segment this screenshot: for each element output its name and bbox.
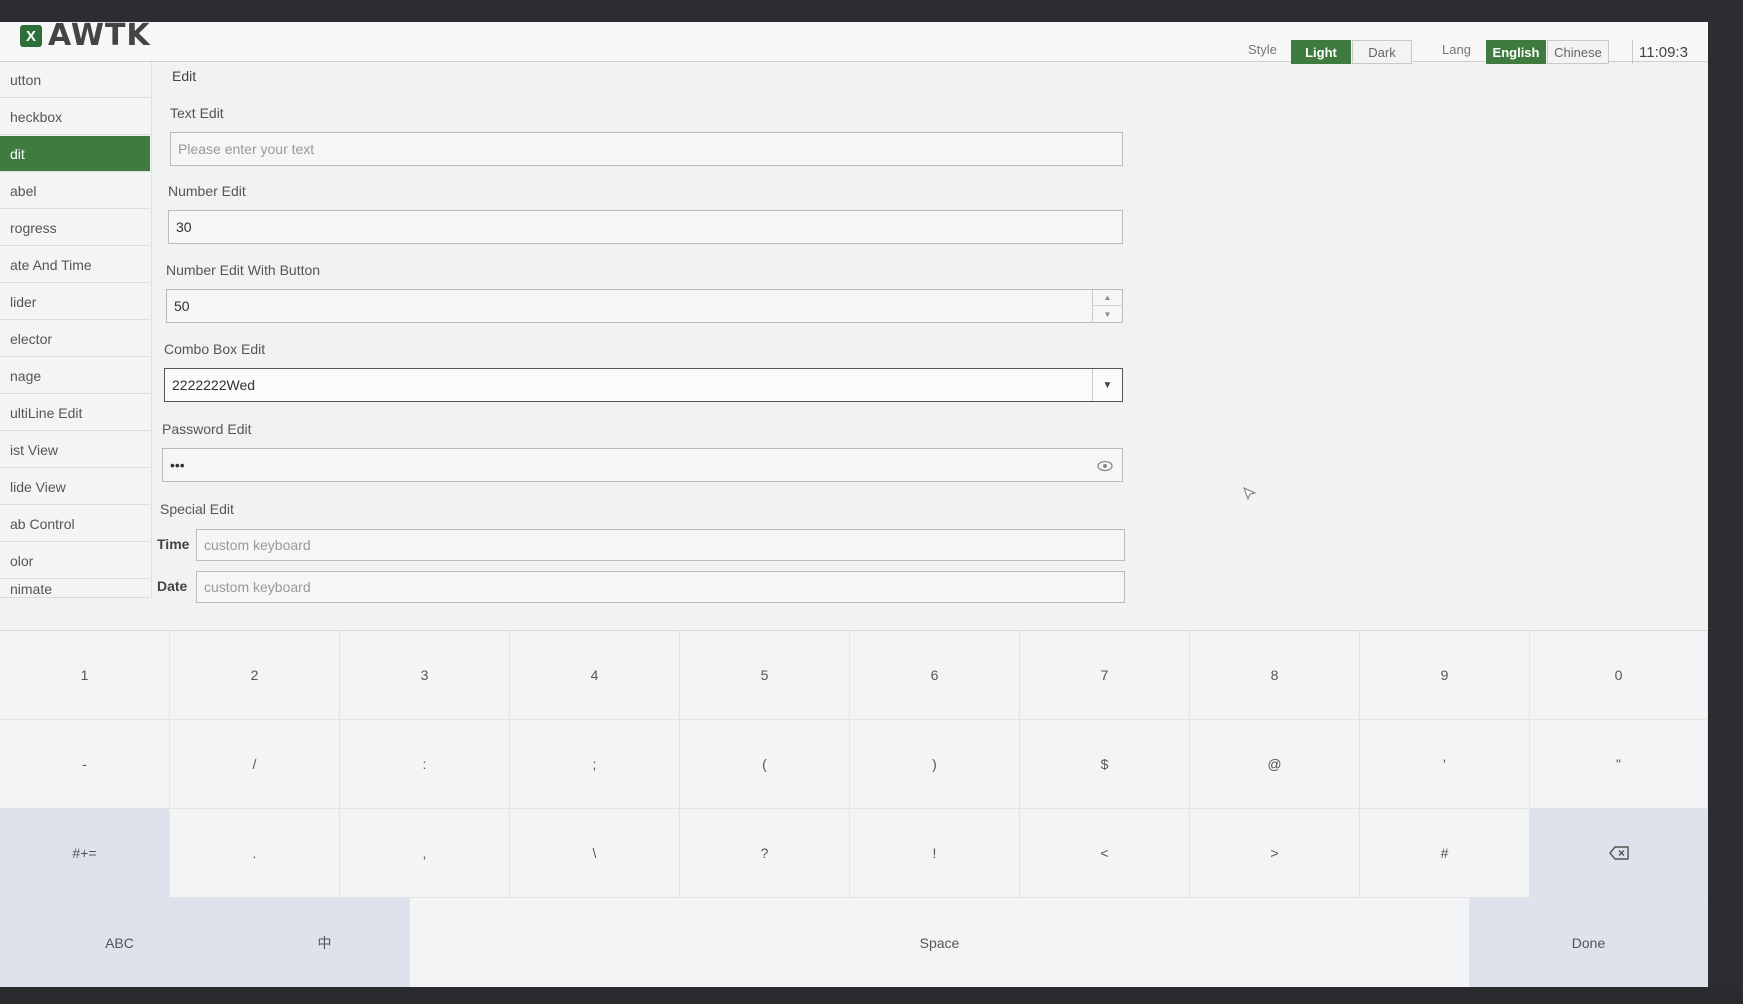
key-dash[interactable]: - bbox=[0, 720, 170, 809]
key-6[interactable]: 6 bbox=[850, 631, 1020, 720]
key-4[interactable]: 4 bbox=[510, 631, 680, 720]
key-dollar[interactable]: $ bbox=[1020, 720, 1190, 809]
sidebar-item-edit[interactable]: dit bbox=[0, 136, 150, 172]
sidebar-item-list-view[interactable]: ist View bbox=[0, 432, 150, 468]
logo-text: AWTK bbox=[48, 22, 151, 53]
key-at[interactable]: @ bbox=[1190, 720, 1360, 809]
style-dark-button[interactable]: Dark bbox=[1352, 40, 1412, 64]
combo-edit-field[interactable]: 2222222Wed ▼ bbox=[164, 368, 1123, 402]
sidebar-item-button[interactable]: utton bbox=[0, 62, 150, 98]
logo-badge: X bbox=[20, 25, 42, 47]
eye-icon[interactable] bbox=[1096, 457, 1114, 475]
key-greater-than[interactable]: > bbox=[1190, 809, 1360, 898]
key-done[interactable]: Done bbox=[1470, 898, 1708, 987]
key-backspace[interactable] bbox=[1530, 809, 1708, 898]
key-quote[interactable]: " bbox=[1530, 720, 1708, 809]
key-backslash[interactable]: \ bbox=[510, 809, 680, 898]
decrement-icon[interactable]: ▼ bbox=[1093, 306, 1122, 322]
key-comma[interactable]: , bbox=[340, 809, 510, 898]
sidebar: utton heckbox dit abel rogress ate And T… bbox=[0, 62, 152, 598]
password-edit-value: ••• bbox=[170, 457, 185, 473]
number-edit-button-value: 50 bbox=[174, 298, 190, 314]
special-edit-label: Special Edit bbox=[160, 501, 234, 517]
text-edit-label: Text Edit bbox=[170, 105, 224, 121]
key-colon[interactable]: : bbox=[340, 720, 510, 809]
key-open-paren[interactable]: ( bbox=[680, 720, 850, 809]
key-abc[interactable]: ABC bbox=[0, 898, 240, 987]
number-edit-button-label: Number Edit With Button bbox=[166, 262, 321, 278]
text-edit-field[interactable]: Please enter your text bbox=[170, 132, 1123, 166]
key-exclamation[interactable]: ! bbox=[850, 809, 1020, 898]
key-space[interactable]: Space bbox=[410, 898, 1470, 987]
number-edit-label: Number Edit bbox=[168, 183, 246, 199]
key-less-than[interactable]: < bbox=[1020, 809, 1190, 898]
key-question[interactable]: ? bbox=[680, 809, 850, 898]
number-edit-button-field[interactable]: 50 ▲ ▼ bbox=[166, 289, 1123, 323]
sidebar-item-multiline-edit[interactable]: ultiLine Edit bbox=[0, 395, 150, 431]
style-label: Style bbox=[1248, 42, 1277, 57]
number-spinner: ▲ ▼ bbox=[1092, 290, 1122, 322]
key-chinese-input[interactable]: 中 bbox=[240, 898, 410, 987]
password-edit-label: Password Edit bbox=[162, 421, 252, 437]
key-5[interactable]: 5 bbox=[680, 631, 850, 720]
backspace-icon bbox=[1608, 846, 1629, 860]
lang-english-button[interactable]: English bbox=[1486, 40, 1546, 64]
sidebar-item-checkbox[interactable]: heckbox bbox=[0, 99, 150, 135]
password-edit-field[interactable]: ••• bbox=[162, 448, 1123, 482]
lang-chinese-button[interactable]: Chinese bbox=[1547, 40, 1609, 64]
key-0[interactable]: 0 bbox=[1530, 631, 1708, 720]
chevron-down-icon[interactable]: ▼ bbox=[1092, 369, 1122, 401]
sidebar-item-animate[interactable]: nimate bbox=[0, 580, 150, 598]
key-symbols-toggle[interactable]: #+= bbox=[0, 809, 170, 898]
sidebar-item-slide-view[interactable]: lide View bbox=[0, 469, 150, 505]
device-bezel bbox=[0, 987, 1743, 1004]
sidebar-item-color[interactable]: olor bbox=[0, 543, 150, 579]
page-title: Edit bbox=[172, 68, 197, 84]
number-edit-field[interactable]: 30 bbox=[168, 210, 1123, 244]
awtk-logo: X AWTK bbox=[20, 22, 151, 53]
combo-edit-label: Combo Box Edit bbox=[164, 341, 266, 357]
key-slash[interactable]: / bbox=[170, 720, 340, 809]
time-field[interactable]: custom keyboard bbox=[196, 529, 1125, 561]
device-screen: X AWTK Style Light Dark Lang English Chi… bbox=[0, 22, 1708, 987]
key-period[interactable]: . bbox=[170, 809, 340, 898]
key-1[interactable]: 1 bbox=[0, 631, 170, 720]
key-3[interactable]: 3 bbox=[340, 631, 510, 720]
sidebar-item-selector[interactable]: elector bbox=[0, 321, 150, 357]
key-hash[interactable]: # bbox=[1360, 809, 1530, 898]
key-7[interactable]: 7 bbox=[1020, 631, 1190, 720]
key-apostrophe[interactable]: ' bbox=[1360, 720, 1530, 809]
key-9[interactable]: 9 bbox=[1360, 631, 1530, 720]
lang-label: Lang bbox=[1442, 42, 1471, 57]
sidebar-item-label[interactable]: abel bbox=[0, 173, 150, 209]
time-label: Time bbox=[157, 536, 190, 552]
app-header: X AWTK Style Light Dark Lang English Chi… bbox=[0, 22, 1708, 64]
sidebar-item-progress[interactable]: rogress bbox=[0, 210, 150, 246]
key-8[interactable]: 8 bbox=[1190, 631, 1360, 720]
sidebar-item-tab-control[interactable]: ab Control bbox=[0, 506, 150, 542]
clock: 11:09:3 bbox=[1632, 40, 1708, 64]
date-label: Date bbox=[157, 578, 188, 594]
sidebar-item-slider[interactable]: lider bbox=[0, 284, 150, 320]
increment-icon[interactable]: ▲ bbox=[1093, 290, 1122, 306]
on-screen-keyboard: 1 2 3 4 5 6 7 8 9 0 - / : ; ( ) $ @ ' " … bbox=[0, 630, 1708, 987]
mouse-cursor-icon bbox=[1243, 487, 1257, 501]
combo-edit-value: 2222222Wed bbox=[172, 377, 256, 393]
sidebar-item-image[interactable]: nage bbox=[0, 358, 150, 394]
key-semicolon[interactable]: ; bbox=[510, 720, 680, 809]
style-light-button[interactable]: Light bbox=[1291, 40, 1351, 64]
key-2[interactable]: 2 bbox=[170, 631, 340, 720]
date-field[interactable]: custom keyboard bbox=[196, 571, 1125, 603]
key-close-paren[interactable]: ) bbox=[850, 720, 1020, 809]
sidebar-item-date-and-time[interactable]: ate And Time bbox=[0, 247, 150, 283]
